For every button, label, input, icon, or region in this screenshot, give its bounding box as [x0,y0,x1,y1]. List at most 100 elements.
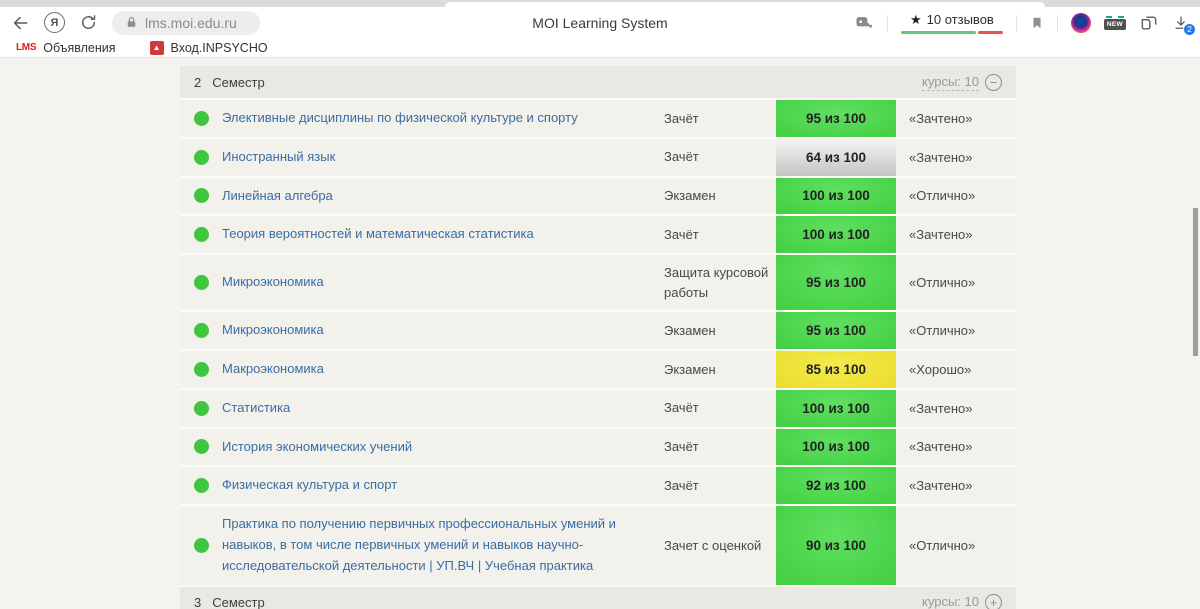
extension-logo-icon [1071,13,1091,33]
extension-color-icon[interactable] [1071,13,1091,33]
course-link[interactable]: Микроэкономика [222,264,664,301]
course-link[interactable]: Макроэкономика [222,351,664,388]
courses-label: курсы: [922,74,961,89]
semester-title: Семестр [212,75,264,90]
bookmark-item-inpsycho[interactable]: ▲ Вход.INPSYCHO [150,41,268,55]
course-row: Линейная алгебра Экзамен 100 из 100 «Отл… [180,178,1016,217]
course-link[interactable]: Теория вероятностей и математическая ста… [222,216,664,253]
pyramid-favicon: ▲ [150,41,164,55]
status-dot-cell [180,362,222,377]
course-row: Статистика Зачёт 100 из 100 «Зачтено» [180,390,1016,429]
course-row: Физическая культура и спорт Зачёт 92 из … [180,467,1016,506]
new-icon-dashes [1106,16,1124,18]
course-rows: Элективные дисциплины по физической куль… [180,100,1016,587]
bookmark-flag-icon[interactable] [1030,15,1044,31]
course-type: Экзамен [664,352,776,388]
protect-keys-icon[interactable] [854,13,874,33]
status-dot-cell [180,538,222,553]
course-link[interactable]: Элективные дисциплины по физической куль… [222,100,664,137]
semester-number: 2 [194,75,201,90]
courses-count-link[interactable]: курсы: 10 [922,74,979,91]
semester-2-header: 2 Семестр курсы: 10 − [180,66,1016,100]
course-grade: «Зачтено» [896,227,1016,242]
course-row: Макроэкономика Экзамен 85 из 100 «Хорошо… [180,351,1016,390]
score-badge: 92 из 100 [776,467,896,504]
course-grade: «Отлично» [896,275,1016,290]
course-grade: «Зачтено» [896,111,1016,126]
new-extension-icon[interactable]: NEW [1104,16,1126,30]
rating-bar [901,31,1003,34]
course-grade: «Хорошо» [896,362,1016,377]
score-badge: 95 из 100 [776,312,896,349]
collections-tags-icon[interactable] [1139,13,1159,33]
yandex-icon: Я [44,12,65,33]
course-type: Экзамен [664,178,776,214]
status-dot-cell [180,111,222,126]
bookmark-label: Объявления [43,41,115,55]
expand-icon[interactable]: + [985,594,1002,609]
courses-number: 10 [965,74,979,89]
downloads-button[interactable]: 2 [1172,14,1190,32]
semester-title: Семестр [212,595,264,609]
collapse-icon[interactable]: − [985,74,1002,91]
course-link[interactable]: Физическая культура и спорт [222,467,664,504]
bookmark-item-announcements[interactable]: LMS Объявления [16,41,116,55]
course-link[interactable]: Иностранный язык [222,139,664,176]
course-link[interactable]: Практика по получению первичных професси… [222,506,664,584]
page-scrollbar[interactable] [1193,208,1198,356]
course-row: Иностранный язык Зачёт 64 из 100 «Зачтен… [180,139,1016,178]
address-bar[interactable]: lms.moi.edu.ru [112,11,260,35]
download-count-badge: 2 [1183,23,1196,36]
status-dot-icon [194,150,209,165]
status-dot-cell [180,478,222,493]
course-row: Микроэкономика Защита курсовой работы 95… [180,255,1016,312]
status-dot-icon [194,439,209,454]
grades-table: 2 Семестр курсы: 10 − Элективные дисципл… [180,66,1016,609]
course-row: Теория вероятностей и математическая ста… [180,216,1016,255]
course-link[interactable]: История экономических учений [222,429,664,466]
yandex-home-button[interactable]: Я [44,12,65,33]
lms-favicon: LMS [16,42,36,53]
status-dot-icon [194,275,209,290]
refresh-button[interactable] [79,13,98,32]
status-dot-icon [194,323,209,338]
score-badge: 95 из 100 [776,255,896,310]
courses-count-link[interactable]: курсы: 10 [922,594,979,609]
course-link[interactable]: Линейная алгебра [222,178,664,215]
status-dot-icon [194,111,209,126]
status-dot-icon [194,478,209,493]
status-dot-icon [194,362,209,377]
courses-number: 10 [965,594,979,609]
site-reviews[interactable]: ★ 10 отзывов [901,12,1003,34]
course-grade: «Зачтено» [896,478,1016,493]
status-dot-icon [194,401,209,416]
status-dot-icon [194,538,209,553]
course-grade: «Отлично» [896,188,1016,203]
course-type: Зачёт [664,139,776,175]
status-dot-cell [180,275,222,290]
status-dot-cell [180,188,222,203]
course-link[interactable]: Микроэкономика [222,312,664,349]
bookmarks-bar: LMS Объявления ▲ Вход.INPSYCHO [0,38,1200,58]
back-button[interactable] [10,13,30,33]
course-type: Зачёт [664,217,776,253]
score-badge: 100 из 100 [776,216,896,253]
course-row: Элективные дисциплины по физической куль… [180,100,1016,139]
rating-positive [901,31,976,34]
course-type: Зачёт [664,468,776,504]
page-title: MOI Learning System [532,15,667,31]
course-type: Зачёт [664,101,776,137]
semester-number: 3 [194,595,201,609]
url-text: lms.moi.edu.ru [145,15,237,31]
status-dot-cell [180,401,222,416]
course-grade: «Зачтено» [896,150,1016,165]
score-badge: 100 из 100 [776,390,896,427]
page-content: 2 Семестр курсы: 10 − Элективные дисципл… [0,66,1200,609]
course-type: Экзамен [664,313,776,349]
course-type: Зачет с оценкой [664,528,776,564]
score-badge: 90 из 100 [776,506,896,584]
rating-negative [978,31,1003,34]
course-grade: «Зачтено» [896,401,1016,416]
toolbar-divider [1057,15,1058,31]
course-link[interactable]: Статистика [222,390,664,427]
